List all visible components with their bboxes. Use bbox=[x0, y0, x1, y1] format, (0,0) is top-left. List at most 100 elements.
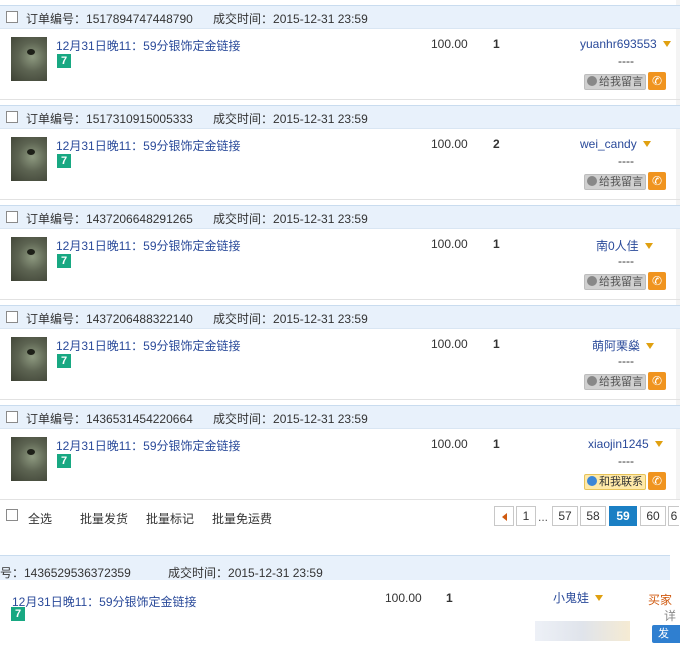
order-body: 12月31日晚11：59分银饰定金链接 7 100.00 2 wei_candy… bbox=[0, 128, 680, 200]
order-header: 订单编号：1517894747448790 成交时间：2015-12-31 23… bbox=[0, 5, 680, 29]
seven-day-return-badge-icon: 7 bbox=[57, 254, 71, 268]
seven-day-return-badge-icon: 7 bbox=[57, 354, 71, 368]
product-title-link[interactable]: 12月31日晚11：59分银饰定金链接 bbox=[56, 337, 241, 354]
dash-placeholder: ---- bbox=[618, 254, 634, 268]
buyer-name-link[interactable]: 南0人佳 bbox=[596, 237, 653, 254]
product-title-link[interactable]: 12月31日晚11：59分银饰定金链接 bbox=[56, 437, 241, 454]
order-number: 订单编号：1517310915005333 bbox=[26, 112, 193, 126]
price: 100.00 bbox=[431, 237, 468, 251]
deal-time: 成交时间：2015-12-31 23:59 bbox=[213, 312, 368, 326]
product-title-link[interactable]: 12月31日晚11：59分银饰定金链接 bbox=[56, 137, 241, 154]
product-title-link[interactable]: 12月31日晚11：59分银饰定金链接 bbox=[56, 37, 241, 54]
deal-time: 成交时间：2015-12-31 23:59 bbox=[213, 412, 368, 426]
chat-icon bbox=[587, 76, 597, 86]
order-header: 订单编号：1436531454220664 成交时间：2015-12-31 23… bbox=[0, 405, 680, 429]
order-card: 订单编号：1517894747448790 成交时间：2015-12-31 23… bbox=[0, 5, 680, 100]
buyer-name-link[interactable]: xiaojin1245 bbox=[588, 437, 663, 451]
order-number: 订单编号：1437206648291265 bbox=[26, 212, 193, 226]
quantity: 1 bbox=[446, 591, 453, 605]
product-thumbnail[interactable] bbox=[11, 37, 47, 81]
order-card: 订单编号：1437206648291265 成交时间：2015-12-31 23… bbox=[0, 205, 680, 300]
page-button[interactable]: 6 bbox=[668, 506, 679, 526]
order-number: 订单编号：1436531454220664 bbox=[26, 412, 193, 426]
order-header: 号：1436529536372359 成交时间：2015-12-31 23:59 bbox=[0, 555, 670, 580]
buyer-name-link[interactable]: wei_candy bbox=[580, 137, 651, 151]
order-body: 12月31日晚11：59分银饰定金链接 7 100.00 1 南0人佳 ----… bbox=[0, 228, 680, 300]
buyer-name-link[interactable]: yuanhr693553 bbox=[580, 37, 671, 51]
price: 100.00 bbox=[431, 37, 468, 51]
deal-time: 成交时间：2015-12-31 23:59 bbox=[213, 12, 368, 26]
prev-page-button[interactable] bbox=[494, 506, 514, 526]
order-checkbox[interactable] bbox=[6, 411, 18, 423]
order-card: 订单编号：1517310915005333 成交时间：2015-12-31 23… bbox=[0, 105, 680, 200]
spacer bbox=[0, 533, 680, 553]
phone-icon[interactable]: ✆ bbox=[648, 472, 666, 490]
batch-mark-button[interactable]: 批量标记 bbox=[146, 510, 194, 527]
leave-message-button[interactable]: 给我留言 bbox=[584, 274, 646, 290]
select-all-checkbox[interactable] bbox=[6, 509, 18, 521]
buyer-name-link[interactable]: 萌阿栗燊 bbox=[592, 337, 655, 354]
order-body: 12月31日晚11：59分银饰定金链接 7 100.00 1 萌阿栗燊 ----… bbox=[0, 328, 680, 400]
buyer-name-link[interactable]: 小鬼娃 bbox=[553, 589, 604, 606]
cropped-order-card: 号：1436529536372359 成交时间：2015-12-31 23:59… bbox=[0, 555, 680, 653]
leave-message-button[interactable]: 给我留言 bbox=[584, 74, 646, 90]
chat-icon bbox=[587, 476, 597, 486]
chat-icon bbox=[587, 276, 597, 286]
seven-day-return-badge-icon: 7 bbox=[57, 154, 71, 168]
seven-day-return-badge-icon: 7 bbox=[57, 454, 71, 468]
leave-message-button[interactable]: 给我留言 bbox=[584, 174, 646, 190]
phone-icon[interactable]: ✆ bbox=[648, 272, 666, 290]
leave-message-button[interactable]: 给我留言 bbox=[584, 374, 646, 390]
quantity: 1 bbox=[493, 237, 500, 251]
product-title-link[interactable]: 12月31日晚11：59分银饰定金链接 bbox=[12, 593, 197, 610]
ship-button[interactable]: 发 bbox=[652, 625, 680, 643]
filter-icon[interactable] bbox=[662, 41, 671, 47]
page-button[interactable]: 60 bbox=[640, 506, 666, 526]
order-number: 号：1436529536372359 bbox=[0, 566, 131, 580]
seven-day-return-badge-icon: 7 bbox=[11, 607, 25, 621]
details-link[interactable]: 详 bbox=[664, 607, 676, 624]
price: 100.00 bbox=[431, 137, 468, 151]
product-thumbnail[interactable] bbox=[11, 337, 47, 381]
quantity: 1 bbox=[493, 437, 500, 451]
product-title-link[interactable]: 12月31日晚11：59分银饰定金链接 bbox=[56, 237, 241, 254]
order-checkbox[interactable] bbox=[6, 11, 18, 23]
order-checkbox[interactable] bbox=[6, 111, 18, 123]
filter-icon[interactable] bbox=[644, 243, 653, 249]
price: 100.00 bbox=[431, 437, 468, 451]
order-body: 12月31日晚11：59分银饰定金链接 7 100.00 1 xiaojin12… bbox=[0, 428, 680, 500]
select-all-label[interactable]: 全选 bbox=[28, 510, 52, 527]
phone-icon[interactable]: ✆ bbox=[648, 72, 666, 90]
current-page-button[interactable]: 59 bbox=[609, 506, 637, 526]
batch-ship-button[interactable]: 批量发货 bbox=[80, 510, 128, 527]
order-number: 订单编号：1517894747448790 bbox=[26, 12, 193, 26]
phone-icon[interactable]: ✆ bbox=[648, 172, 666, 190]
order-number: 订单编号：1437206488322140 bbox=[26, 312, 193, 326]
batch-free-shipping-button[interactable]: 批量免运费 bbox=[212, 510, 272, 527]
dash-placeholder: ---- bbox=[618, 54, 634, 68]
page-button[interactable]: 57 bbox=[552, 506, 578, 526]
order-card: 订单编号：1436531454220664 成交时间：2015-12-31 23… bbox=[0, 405, 680, 500]
product-thumbnail[interactable] bbox=[11, 237, 47, 281]
dash-placeholder: ---- bbox=[618, 454, 634, 468]
price: 100.00 bbox=[431, 337, 468, 351]
order-checkbox[interactable] bbox=[6, 311, 18, 323]
filter-icon[interactable] bbox=[642, 141, 651, 147]
page-button[interactable]: 1 bbox=[516, 506, 536, 526]
product-thumbnail[interactable] bbox=[11, 437, 47, 481]
page-ellipsis: ... bbox=[538, 510, 549, 524]
filter-icon[interactable] bbox=[595, 595, 604, 601]
product-thumbnail[interactable] bbox=[11, 137, 47, 181]
chat-icon bbox=[587, 376, 597, 386]
buyer-side-label: 买家 bbox=[648, 593, 673, 607]
order-checkbox[interactable] bbox=[6, 211, 18, 223]
quantity: 1 bbox=[493, 37, 500, 51]
dash-placeholder: ---- bbox=[618, 154, 634, 168]
filter-icon[interactable] bbox=[646, 343, 655, 349]
dash-placeholder: ---- bbox=[618, 354, 634, 368]
phone-icon[interactable]: ✆ bbox=[648, 372, 666, 390]
page-button[interactable]: 58 bbox=[580, 506, 606, 526]
quantity: 1 bbox=[493, 337, 500, 351]
contact-me-button[interactable]: 和我联系 bbox=[584, 474, 646, 490]
filter-icon[interactable] bbox=[654, 441, 663, 447]
